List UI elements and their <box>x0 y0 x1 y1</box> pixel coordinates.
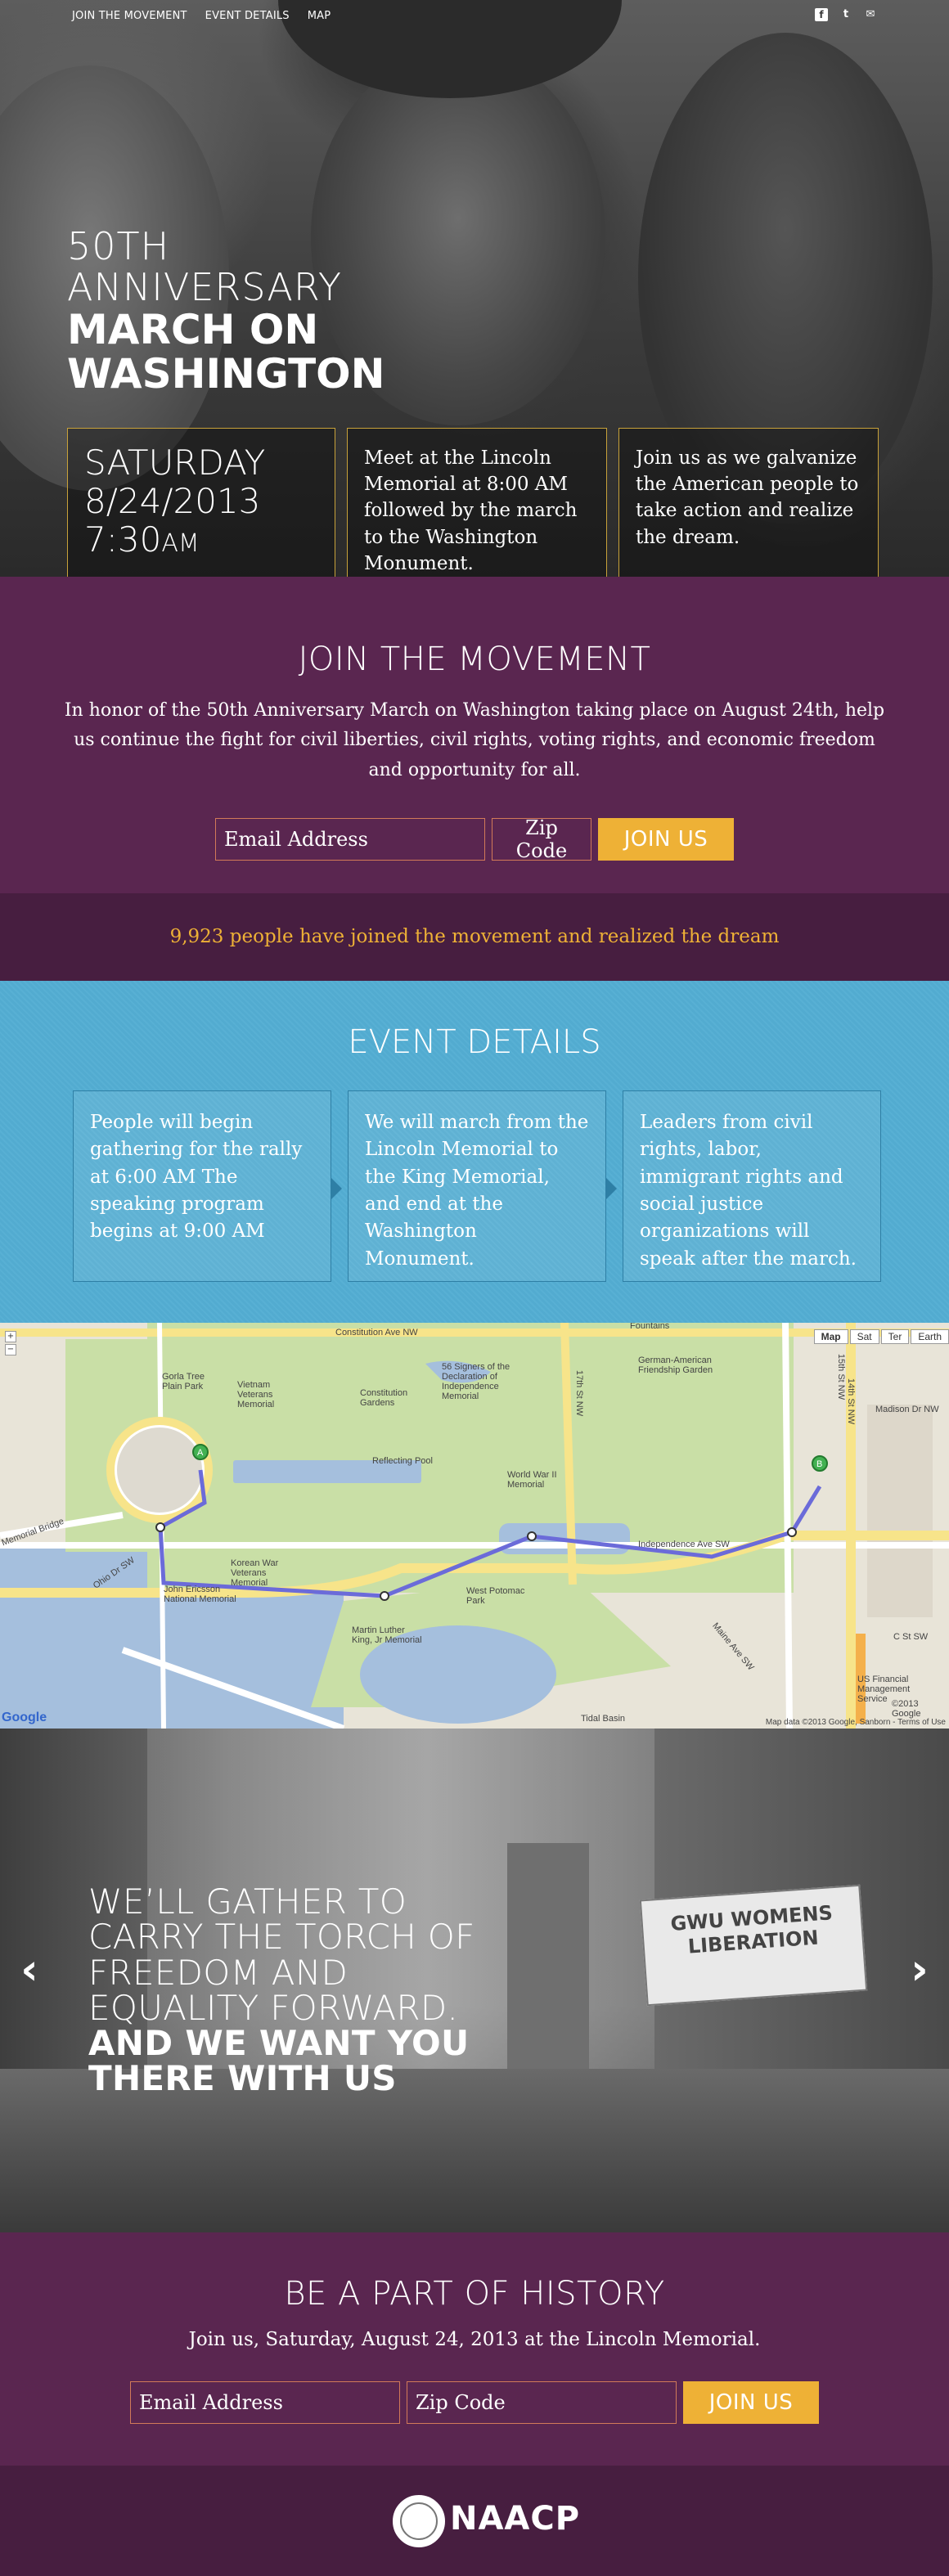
hero: JOIN THE MOVEMENT EVENT DETAILS MAP f t … <box>0 0 949 577</box>
hero-title-line3: MARCH ON <box>67 306 319 353</box>
zoom-in-icon[interactable]: + <box>5 1331 16 1342</box>
twitter-icon[interactable]: t <box>839 8 852 21</box>
arrow-right-icon <box>605 1177 617 1200</box>
quote-line4: EQUALITY FORWARD. <box>88 1987 459 2028</box>
map-label-15th: 15th St NW <box>836 1353 847 1400</box>
galvanize-info-box: Join us as we galvanize the American peo… <box>618 428 879 577</box>
facebook-icon[interactable]: f <box>815 8 828 21</box>
join-body: In honor of the 50th Anniversary March o… <box>64 700 885 780</box>
quote-line6: THERE WITH US <box>88 2058 397 2099</box>
map-label-constitution-gardens: Constitution Gardens <box>360 1388 408 1408</box>
photo-building-mid <box>507 1843 589 2088</box>
route-map[interactable]: A B + − Map Sat Ter Earth Constitution A… <box>0 1323 949 1729</box>
date-time-value: 7:30 <box>84 519 162 560</box>
map-label-madison: Madison Dr NW <box>875 1405 939 1414</box>
join-count-text: people have joined the movement and real… <box>229 926 780 947</box>
naacp-logo[interactable]: NAACP <box>450 2500 580 2538</box>
map-label-vietnam: Vietnam Veterans Memorial <box>237 1380 275 1409</box>
quote-line3: FREEDOM AND <box>88 1952 349 1993</box>
date-ampm: AM <box>161 529 200 559</box>
hero-title-line4: WASHINGTON <box>67 350 385 398</box>
event-card-speakers: Leaders from civil rights, labor, immigr… <box>623 1090 881 1282</box>
chevron-right-icon[interactable]: › <box>903 1945 936 1994</box>
map-label-reflecting: Reflecting Pool <box>372 1456 433 1466</box>
map-label-signers: 56 Signers of the Declaration of Indepen… <box>442 1362 510 1401</box>
map-label-korean: Korean War Veterans Memorial <box>231 1558 279 1588</box>
map-credit[interactable]: Map data ©2013 Google, Sanborn - Terms o… <box>766 1718 946 1727</box>
event-details-heading: EVENT DETAILS <box>348 1023 601 1061</box>
map-marker-a[interactable]: A <box>197 1448 204 1458</box>
map-copyright: ©2013 Google <box>892 1699 921 1719</box>
map-label-17th: 17th St NW <box>574 1369 585 1417</box>
zip-field[interactable]: Zip Code <box>492 816 591 862</box>
hero-title-line1: 50TH <box>67 224 170 268</box>
zoom-out-icon[interactable]: − <box>5 1344 16 1355</box>
google-logo: Google <box>2 1711 47 1724</box>
quote-line2: CARRY THE TORCH OF <box>88 1917 475 1958</box>
map-marker-b[interactable]: B <box>816 1459 822 1469</box>
event-card-gathering: People will begin gathering for the rall… <box>73 1090 342 1282</box>
hero-title-line2: ANNIVERSARY <box>67 265 342 309</box>
map-label-ericsson: John Ericsson National Memorial <box>164 1585 236 1604</box>
email-field[interactable]: Email Address <box>215 817 485 861</box>
map-type-ter[interactable]: Ter <box>880 1329 910 1344</box>
map-label-tidal: Tidal Basin <box>581 1714 626 1724</box>
photo-banner: GWU WOMENS LIBERATION <box>639 1884 868 2007</box>
date-box: SATURDAY 8/24/2013 7:30AM <box>67 428 335 577</box>
hero-info-boxes: SATURDAY 8/24/2013 7:30AM Meet at the Li… <box>67 428 879 577</box>
date-date: 8/24/2013 <box>84 481 261 522</box>
date-day: SATURDAY <box>84 443 266 483</box>
meet-info-box: Meet at the Lincoln Memorial at 8:00 AM … <box>347 428 607 577</box>
join-us-button[interactable]: JOIN US <box>598 817 734 861</box>
history-email-field[interactable]: Email Address <box>130 2381 400 2424</box>
map-label-west-potomac: West Potomac Park <box>466 1586 525 1606</box>
map-label-german: German-American Friendship Garden <box>638 1355 713 1375</box>
naacp-seal-icon <box>393 2495 445 2547</box>
history-zip-field[interactable]: Zip Code <box>407 2381 677 2424</box>
history-section: BE A PART OF HISTORY Join us, Saturday, … <box>0 2232 949 2466</box>
join-counter: 9,923 people have joined the movement an… <box>0 893 949 981</box>
quote-line1: WE’LL GATHER TO <box>88 1881 407 1922</box>
history-join-us-button[interactable]: JOIN US <box>683 2381 819 2424</box>
photo-banner-text: GWU WOMENS LIBERATION <box>669 1901 834 1958</box>
map-label-c-st: C St SW <box>893 1632 929 1642</box>
map-label-gorla: Gorla Tree Plain Park <box>162 1372 205 1391</box>
email-icon[interactable]: ✉ <box>864 8 877 21</box>
history-body: Join us, Saturday, August 24, 2013 at th… <box>188 2329 761 2350</box>
nav-join-the-movement[interactable]: JOIN THE MOVEMENT <box>72 10 187 22</box>
map-label-mlk: Martin Luther King, Jr Memorial <box>352 1625 422 1645</box>
top-nav: JOIN THE MOVEMENT EVENT DETAILS MAP f t … <box>0 0 949 33</box>
event-card-march: We will march from the Lincoln Memorial … <box>348 1090 617 1282</box>
event-card-gathering-text: People will begin gathering for the rall… <box>90 1112 303 1243</box>
map-type-sat[interactable]: Sat <box>849 1329 879 1344</box>
map-zoom-controls: + − <box>5 1331 16 1355</box>
quote-line5: AND WE WANT YOU <box>88 2023 470 2063</box>
history-form: Email Address Zip Code JOIN US <box>0 2381 949 2424</box>
quote-slider: GWU WOMENS LIBERATION WE’LL GATHER TO CA… <box>0 1729 949 2232</box>
event-card-speakers-text: Leaders from civil rights, labor, immigr… <box>640 1112 857 1270</box>
chevron-left-icon[interactable]: ‹ <box>13 1945 46 1994</box>
history-heading: BE A PART OF HISTORY <box>284 2275 665 2313</box>
map-label-independence: Independence Ave SW <box>638 1540 730 1549</box>
join-section: JOIN THE MOVEMENT In honor of the 50th A… <box>0 577 949 893</box>
map-type-earth[interactable]: Earth <box>911 1329 949 1344</box>
nav-event-details[interactable]: EVENT DETAILS <box>205 10 290 22</box>
map-label-14th: 14th St NW <box>846 1378 857 1425</box>
hero-title: 50TH ANNIVERSARY MARCH ON WASHINGTON <box>67 227 385 394</box>
event-card-march-text: We will march from the Lincoln Memorial … <box>365 1112 589 1270</box>
map-type-map[interactable]: Map <box>813 1329 848 1344</box>
join-heading: JOIN THE MOVEMENT <box>298 641 651 678</box>
event-details-section: EVENT DETAILS People will begin gatherin… <box>0 981 949 1323</box>
map-label-fountains: Fountains <box>630 1323 670 1331</box>
quote-text: WE’LL GATHER TO CARRY THE TORCH OF FREED… <box>88 1884 475 2097</box>
date-time: 7:30AM <box>84 520 318 559</box>
map-label-constitution: Constitution Ave NW <box>335 1328 418 1337</box>
join-count: 9,923 <box>169 926 224 947</box>
nav-map[interactable]: MAP <box>308 10 331 22</box>
footer: NAACP <box>0 2466 949 2576</box>
join-form: Email Address Zip Code JOIN US <box>0 816 949 862</box>
map-type-controls: Map Sat Ter Earth <box>813 1329 949 1344</box>
map-label-wwii: World War II Memorial <box>507 1470 557 1490</box>
arrow-right-icon <box>331 1177 342 1200</box>
